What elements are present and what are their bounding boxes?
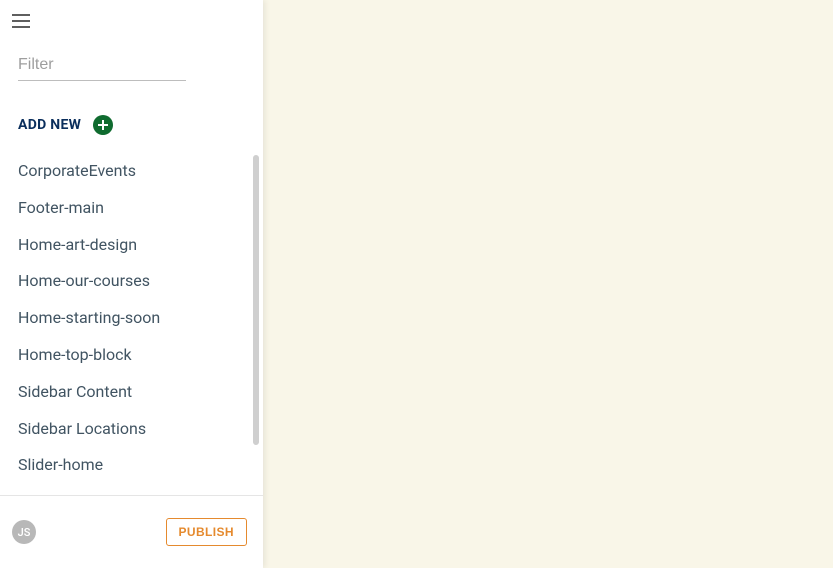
item-list-container: CorporateEvents Footer-main Home-art-des…: [0, 153, 263, 495]
add-new-row: ADD NEW: [0, 81, 263, 135]
add-new-label: ADD NEW: [18, 117, 81, 133]
list-item[interactable]: Sidebar Content: [18, 374, 245, 411]
item-list: CorporateEvents Footer-main Home-art-des…: [0, 153, 263, 484]
list-item[interactable]: Slider-home: [18, 447, 245, 484]
list-item[interactable]: Home-our-courses: [18, 263, 245, 300]
avatar[interactable]: JS: [12, 520, 36, 544]
add-new-button[interactable]: [93, 115, 113, 135]
main-content-area: [263, 0, 833, 568]
list-item[interactable]: Home-top-block: [18, 337, 245, 374]
filter-input[interactable]: [18, 50, 186, 81]
sidebar: ADD NEW CorporateEvents Footer-main Home…: [0, 0, 263, 568]
list-item[interactable]: CorporateEvents: [18, 153, 245, 190]
publish-button[interactable]: PUBLISH: [166, 518, 247, 546]
list-item[interactable]: Home-starting-soon: [18, 300, 245, 337]
scrollbar-thumb[interactable]: [253, 155, 259, 445]
sidebar-top-bar: [0, 0, 263, 28]
list-item[interactable]: Sidebar Locations: [18, 411, 245, 448]
list-item[interactable]: Home-art-design: [18, 227, 245, 264]
plus-icon: [97, 119, 109, 131]
list-item[interactable]: Footer-main: [18, 190, 245, 227]
sidebar-footer: JS PUBLISH: [0, 495, 263, 568]
hamburger-menu-icon[interactable]: [12, 14, 30, 28]
filter-container: [0, 28, 263, 81]
